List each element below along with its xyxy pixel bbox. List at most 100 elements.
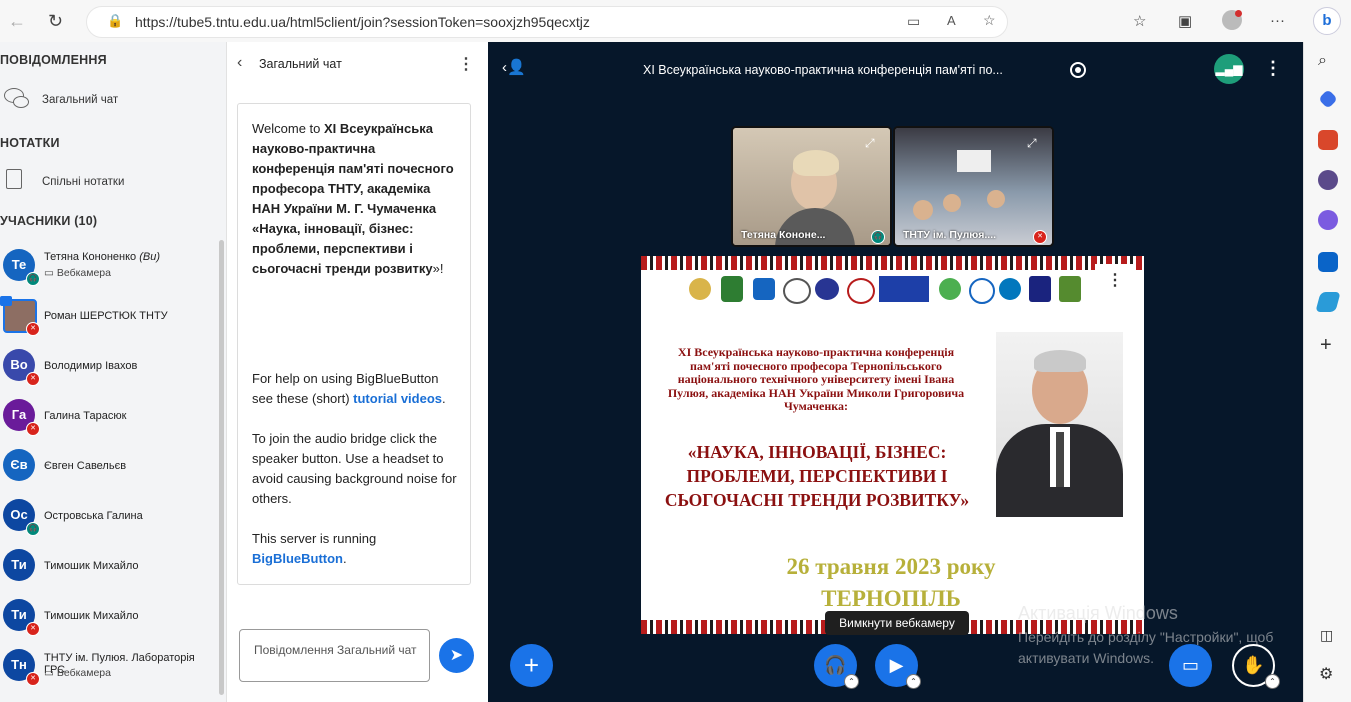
bigbluebutton-link[interactable]: BigBlueButton xyxy=(252,551,343,566)
meeting-title: XI Всеукраїнська науково-практична конфе… xyxy=(643,63,1003,77)
slide-heading: XI Всеукраїнська науково-практична конфе… xyxy=(667,345,965,413)
tools-icon[interactable] xyxy=(1318,130,1338,150)
slide-options-icon[interactable]: ⋮ xyxy=(1095,264,1135,298)
chat-message-input[interactable]: Повідомлення Загальний чат xyxy=(239,629,430,682)
reload-icon[interactable]: ↻ xyxy=(48,11,63,32)
professor-portrait xyxy=(996,332,1123,517)
audio-options-caret[interactable]: ⌃ xyxy=(844,674,859,689)
help-text: For help on using BigBlueButton see thes… xyxy=(252,371,446,406)
send-message-button[interactable]: ➤ xyxy=(439,638,474,673)
user-name: Тетяна Кононенко xyxy=(44,251,137,263)
user-name: Тимошик Михайло xyxy=(44,560,139,572)
shopping-icon[interactable] xyxy=(1318,89,1338,109)
chat-bubbles-icon xyxy=(4,88,30,108)
read-aloud-icon[interactable]: A xyxy=(947,13,956,28)
games-icon[interactable] xyxy=(1318,170,1338,190)
lock-icon: 🔒 xyxy=(107,13,124,28)
user-row[interactable]: Ти ✕ Тимошик Михайло xyxy=(0,598,218,638)
video-tile[interactable]: ⤢ Тетяна Кононе... 🎧 xyxy=(731,126,892,247)
bing-icon[interactable]: b xyxy=(1313,7,1341,35)
logos-row xyxy=(689,276,1094,304)
reactions-caret[interactable]: ⌃ xyxy=(1265,674,1280,689)
more-icon[interactable]: ··· xyxy=(1270,12,1285,29)
back-icon[interactable]: ← xyxy=(8,11,26,32)
camera-permission-icon[interactable]: ▭ xyxy=(907,13,920,30)
user-row[interactable]: Тн ✕ ТНТУ ім. Пулюя. Лабораторія ГРС ▭ В… xyxy=(0,648,218,688)
user-row[interactable]: ✕ Роман ШЕРСТЮК ТНТУ xyxy=(0,296,218,338)
notification-dot xyxy=(1235,10,1242,17)
tutorial-videos-link[interactable]: tutorial videos xyxy=(353,391,442,406)
video-camera-icon: ▶ xyxy=(889,655,904,675)
person-face xyxy=(913,200,933,220)
outlook-icon[interactable] xyxy=(1318,252,1338,272)
user-row[interactable]: Єв Євген Савельєв xyxy=(0,448,218,488)
server-text: This server is running BigBlueButton. xyxy=(252,531,377,566)
favorites-icon[interactable]: ☆ xyxy=(1133,12,1146,30)
notes-section-title: НОТАТКИ xyxy=(0,136,60,150)
user-row[interactable]: Ти Тимошик Михайло xyxy=(0,548,218,588)
connection-status-icon[interactable]: ▂▄▆ xyxy=(1214,54,1244,84)
webcam-status: ▭ Вебкамера xyxy=(44,267,111,279)
record-icon[interactable] xyxy=(1070,62,1086,78)
video-tile[interactable]: ⤢ ТНТУ ім. Пулюя.... ✕ xyxy=(893,126,1054,247)
audio-text: To join the audio bridge click the speak… xyxy=(252,431,457,506)
user-row[interactable]: Во ✕ Володимир Івахов xyxy=(0,348,218,388)
address-bar[interactable]: 🔒 https://tube5.tntu.edu.ua/html5client/… xyxy=(86,6,1008,38)
back-chevron-icon[interactable]: ‹ xyxy=(237,54,242,72)
profile-avatar[interactable] xyxy=(1222,10,1242,30)
video-label: ТНТУ ім. Пулюя.... xyxy=(903,229,997,241)
url-text: https://tube5.tntu.edu.ua/html5client/jo… xyxy=(135,14,590,30)
shared-notes-item[interactable]: Спільні нотатки xyxy=(42,176,124,188)
settings-gear-icon[interactable]: ⚙ xyxy=(1319,664,1333,684)
welcome-text: Welcome to XI Всеукраїнська науково-прак… xyxy=(252,121,454,276)
slide-date: 26 травня 2023 року xyxy=(786,554,996,579)
actions-button[interactable]: + xyxy=(510,644,553,687)
slide-theme: «НАУКА, ІННОВАЦІЇ, БІЗНЕС: ПРОБЛЕМИ, ПЕР… xyxy=(664,442,970,510)
muted-mic-icon: ✕ xyxy=(26,322,40,336)
user-row[interactable]: Ос 🎧 Островська Галина xyxy=(0,498,218,538)
user-name: Євген Савельєв xyxy=(44,460,127,472)
room-screen xyxy=(957,150,991,172)
users-scrollbar[interactable] xyxy=(219,240,224,695)
add-icon[interactable]: + xyxy=(1320,334,1332,357)
muted-mic-icon: ✕ xyxy=(26,422,40,436)
public-chat-item[interactable]: Загальний чат xyxy=(42,94,118,106)
webcam-tooltip: Вимкнути вебкамеру xyxy=(825,611,969,635)
fullscreen-icon[interactable]: ⤢ xyxy=(1027,136,1037,151)
muted-mic-icon: ✕ xyxy=(26,372,40,386)
avatar: Ти xyxy=(3,549,35,581)
toggle-users-icon[interactable]: ‹👤 xyxy=(502,58,526,76)
activation-watermark-title: Активація Windows xyxy=(1018,603,1178,623)
video-label: Тетяна Кононе... xyxy=(741,229,826,241)
user-row[interactable]: Те 🎧 Тетяна Кононенко (Ви) ▭ Вебкамера xyxy=(0,248,218,288)
screen-share-button[interactable]: ▭ xyxy=(1169,644,1212,687)
fullscreen-icon[interactable]: ⤢ xyxy=(865,136,875,151)
you-label: (Ви) xyxy=(139,251,160,263)
person-face xyxy=(943,194,961,212)
webcam-options-caret[interactable]: ⌃ xyxy=(906,674,921,689)
options-menu-icon[interactable]: ⋮ xyxy=(1264,58,1282,79)
search-icon[interactable]: ⌕ xyxy=(1318,52,1327,70)
messages-section-title: ПОВІДОМЛЕННЯ xyxy=(0,53,107,67)
screen-share-icon: ▭ xyxy=(1181,655,1199,675)
sidebar-toggle-icon[interactable]: ◫ xyxy=(1320,627,1333,644)
chat-options-icon[interactable]: ⋮ xyxy=(458,54,474,74)
copilot-icon[interactable] xyxy=(1318,210,1338,230)
webcam-status: ▭ Вебкамера xyxy=(44,667,111,679)
collections-icon[interactable]: ▣ xyxy=(1178,12,1192,30)
presentation-slide[interactable]: ⋮ XI Всеукраїнська науково-практична кон… xyxy=(641,256,1144,634)
users-panel: ПОВІДОМЛЕННЯ Загальний чат НОТАТКИ Спіль… xyxy=(0,42,227,702)
slide-city: ТЕРНОПІЛЬ xyxy=(821,586,961,611)
add-favorite-icon[interactable]: ☆ xyxy=(983,12,996,29)
browser-toolbar: ← ↻ 🔒 https://tube5.tntu.edu.ua/html5cli… xyxy=(0,0,1351,43)
send-icon[interactable] xyxy=(1315,292,1341,312)
user-row[interactable]: Га ✕ Галина Тарасюк xyxy=(0,398,218,438)
chat-title: Загальний чат xyxy=(259,57,342,71)
user-name: Галина Тарасюк xyxy=(44,410,127,422)
presenter-icon xyxy=(0,296,12,306)
user-name: Тимошик Михайло xyxy=(44,610,139,622)
chat-input-placeholder: Повідомлення Загальний чат xyxy=(254,643,417,657)
hand-icon: ✋ xyxy=(1242,655,1265,675)
main-presentation-area: ‹👤 XI Всеукраїнська науково-практична ко… xyxy=(488,42,1303,702)
avatar: Єв xyxy=(3,449,35,481)
